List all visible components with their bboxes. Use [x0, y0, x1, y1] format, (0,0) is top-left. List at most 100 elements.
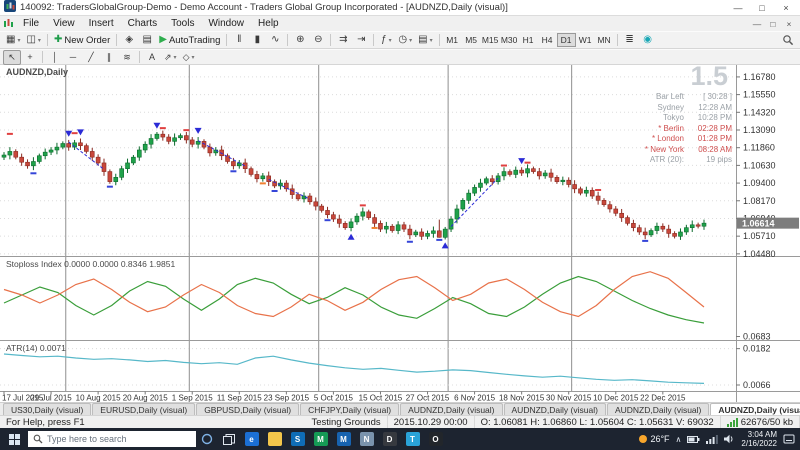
timeframe-m15-button[interactable]: M15 [481, 33, 500, 47]
channel-button[interactable]: ∥ [100, 50, 118, 65]
bar-chart-button[interactable]: ǁ [230, 33, 248, 48]
auto-scroll-button[interactable]: ⇉ [334, 33, 352, 48]
taskbar-icon-mt4[interactable]: M [309, 428, 332, 450]
zoom-out-button[interactable]: ⊖ [309, 33, 327, 48]
candle [407, 228, 413, 236]
autotrading-button[interactable]: ▶ AutoTrading [156, 33, 223, 48]
candle [225, 155, 230, 162]
window-maximize-button[interactable]: □ [752, 3, 772, 13]
vertical-line-button-icon: │ [52, 51, 58, 62]
taskbar-icon-edge[interactable]: e [240, 428, 263, 450]
status-connection[interactable]: 62676/50 kb [721, 416, 800, 428]
terminal-button[interactable]: ▤ [138, 33, 156, 48]
status-bar-time: 2015.10.29 00:00 [388, 416, 475, 428]
start-button[interactable] [0, 428, 28, 450]
horizontal-line-button-icon: ─ [69, 51, 77, 62]
candle [507, 171, 513, 175]
menu-charts[interactable]: Charts [121, 18, 164, 29]
candle [372, 217, 377, 224]
vertical-line-button[interactable]: │ [46, 50, 64, 65]
connection-speed: 62676/50 kb [740, 416, 793, 428]
menu-file[interactable]: File [16, 18, 46, 29]
chart-close-button[interactable]: × [781, 19, 797, 29]
line-chart-button-icon: ∿ [271, 34, 280, 45]
chart-tab-2[interactable]: GBPUSD,Daily (visual) [196, 403, 300, 415]
candle [131, 156, 136, 164]
chart-tab-3[interactable]: CHFJPY,Daily (visual) [300, 403, 400, 415]
timeframe-m1-button[interactable]: M1 [443, 33, 462, 47]
menu-tools[interactable]: Tools [164, 18, 201, 29]
tray-overflow-button[interactable]: ∧ [676, 435, 682, 444]
clock-label: ATR (20): [649, 155, 684, 164]
candle [642, 231, 648, 236]
candle [313, 201, 319, 207]
notification-center-icon[interactable] [783, 434, 795, 444]
candle [536, 171, 542, 177]
metaeditor-button[interactable]: ◈ [120, 33, 138, 48]
network-icon[interactable] [706, 434, 719, 444]
chart-tab-5[interactable]: AUDNZD,Daily (visual) [503, 403, 606, 415]
chart-tab-0[interactable]: US30,Daily (visual) [3, 403, 92, 415]
chart-restore-button[interactable]: □ [765, 19, 781, 29]
horizontal-line-button[interactable]: ─ [64, 50, 82, 65]
timeframe-m5-button[interactable]: M5 [462, 33, 481, 47]
timeframe-m30-button[interactable]: M30 [500, 33, 519, 47]
chart-shift-button[interactable]: ⇥ [352, 33, 370, 48]
taskbar-icon-notes[interactable]: N [355, 428, 378, 450]
search-button[interactable] [779, 33, 797, 48]
status-bar: For Help, press F1 Testing Grounds 2015.… [0, 415, 800, 428]
window-close-button[interactable]: × [776, 3, 796, 13]
timeframe-w1-button[interactable]: W1 [576, 33, 595, 47]
timeframe-d1-button[interactable]: D1 [556, 33, 576, 47]
chart-system-menu-icon[interactable] [3, 18, 14, 29]
taskbar-clock[interactable]: 3:04 AM 2/16/2022 [741, 430, 777, 448]
data-window-button[interactable]: ≣ [621, 33, 639, 48]
arrows-button[interactable]: ⇗ ▾ [161, 50, 180, 65]
task-view-button[interactable] [218, 428, 240, 450]
taskbar-icon-discord[interactable]: D [378, 428, 401, 450]
volume-icon[interactable] [724, 434, 735, 444]
menu-help[interactable]: Help [251, 18, 286, 29]
menu-insert[interactable]: Insert [82, 18, 121, 29]
indicators-button[interactable]: ƒ ▾ [377, 33, 395, 48]
candlestick-chart-button[interactable]: ▮ [248, 33, 266, 48]
text-button[interactable]: A [143, 50, 161, 65]
timeframe-mn-button[interactable]: MN [595, 33, 614, 47]
chart-tab-6[interactable]: AUDNZD,Daily (visual) [606, 403, 710, 415]
new-order-button[interactable]: ✚ New Order [51, 33, 113, 48]
chart-tab-4[interactable]: AUDNZD,Daily (visual) [400, 403, 503, 415]
cursor-button[interactable]: ↖ [3, 49, 21, 65]
battery-icon[interactable] [687, 435, 700, 444]
status-profile[interactable]: Testing Grounds [305, 416, 388, 428]
taskbar-icon-mt5[interactable]: M [332, 428, 355, 450]
taskbar-icon-file-explorer[interactable] [263, 428, 286, 450]
profiles-button[interactable]: ◫ ▾ [23, 33, 43, 48]
windows-taskbar: Type here to search eSMMNDTO 26°F ∧ 3:04… [0, 428, 800, 450]
crosshair-button[interactable]: + [21, 50, 39, 65]
candle [625, 217, 630, 224]
shapes-button[interactable]: ◇ ▾ [180, 50, 198, 65]
line-chart-button[interactable]: ∿ [266, 33, 284, 48]
trendline-button[interactable]: ╱ [82, 50, 100, 65]
cortana-button[interactable] [196, 428, 218, 450]
taskbar-search-input[interactable]: Type here to search [28, 431, 196, 447]
community-button[interactable]: ◉ [639, 33, 657, 48]
window-minimize-button[interactable]: — [728, 3, 748, 13]
zoom-in-button[interactable]: ⊕ [291, 33, 309, 48]
weather-widget[interactable]: 26°F [639, 434, 670, 444]
chart-tab-7[interactable]: AUDNZD,Daily (visual) [710, 403, 800, 415]
fibonacci-button[interactable]: ≋ [118, 50, 136, 65]
menu-window[interactable]: Window [201, 18, 251, 29]
chart-tab-1[interactable]: EURUSD,Daily (visual) [92, 403, 196, 415]
taskbar-icon-store[interactable]: S [286, 428, 309, 450]
taskbar-icon-obs[interactable]: O [424, 428, 447, 450]
clock-row: ATR (20): 19 pips [645, 155, 732, 166]
chart-minimize-button[interactable]: — [749, 19, 765, 29]
timeframe-h1-button[interactable]: H1 [519, 33, 538, 47]
new-chart-button[interactable]: ▦ ▾ [3, 33, 23, 48]
templates-button[interactable]: ▤ ▾ [415, 33, 435, 48]
taskbar-icon-telegram[interactable]: T [401, 428, 424, 450]
periods-button[interactable]: ◷ ▾ [395, 33, 415, 48]
menu-view[interactable]: View [46, 18, 82, 29]
timeframe-h4-button[interactable]: H4 [538, 33, 557, 47]
